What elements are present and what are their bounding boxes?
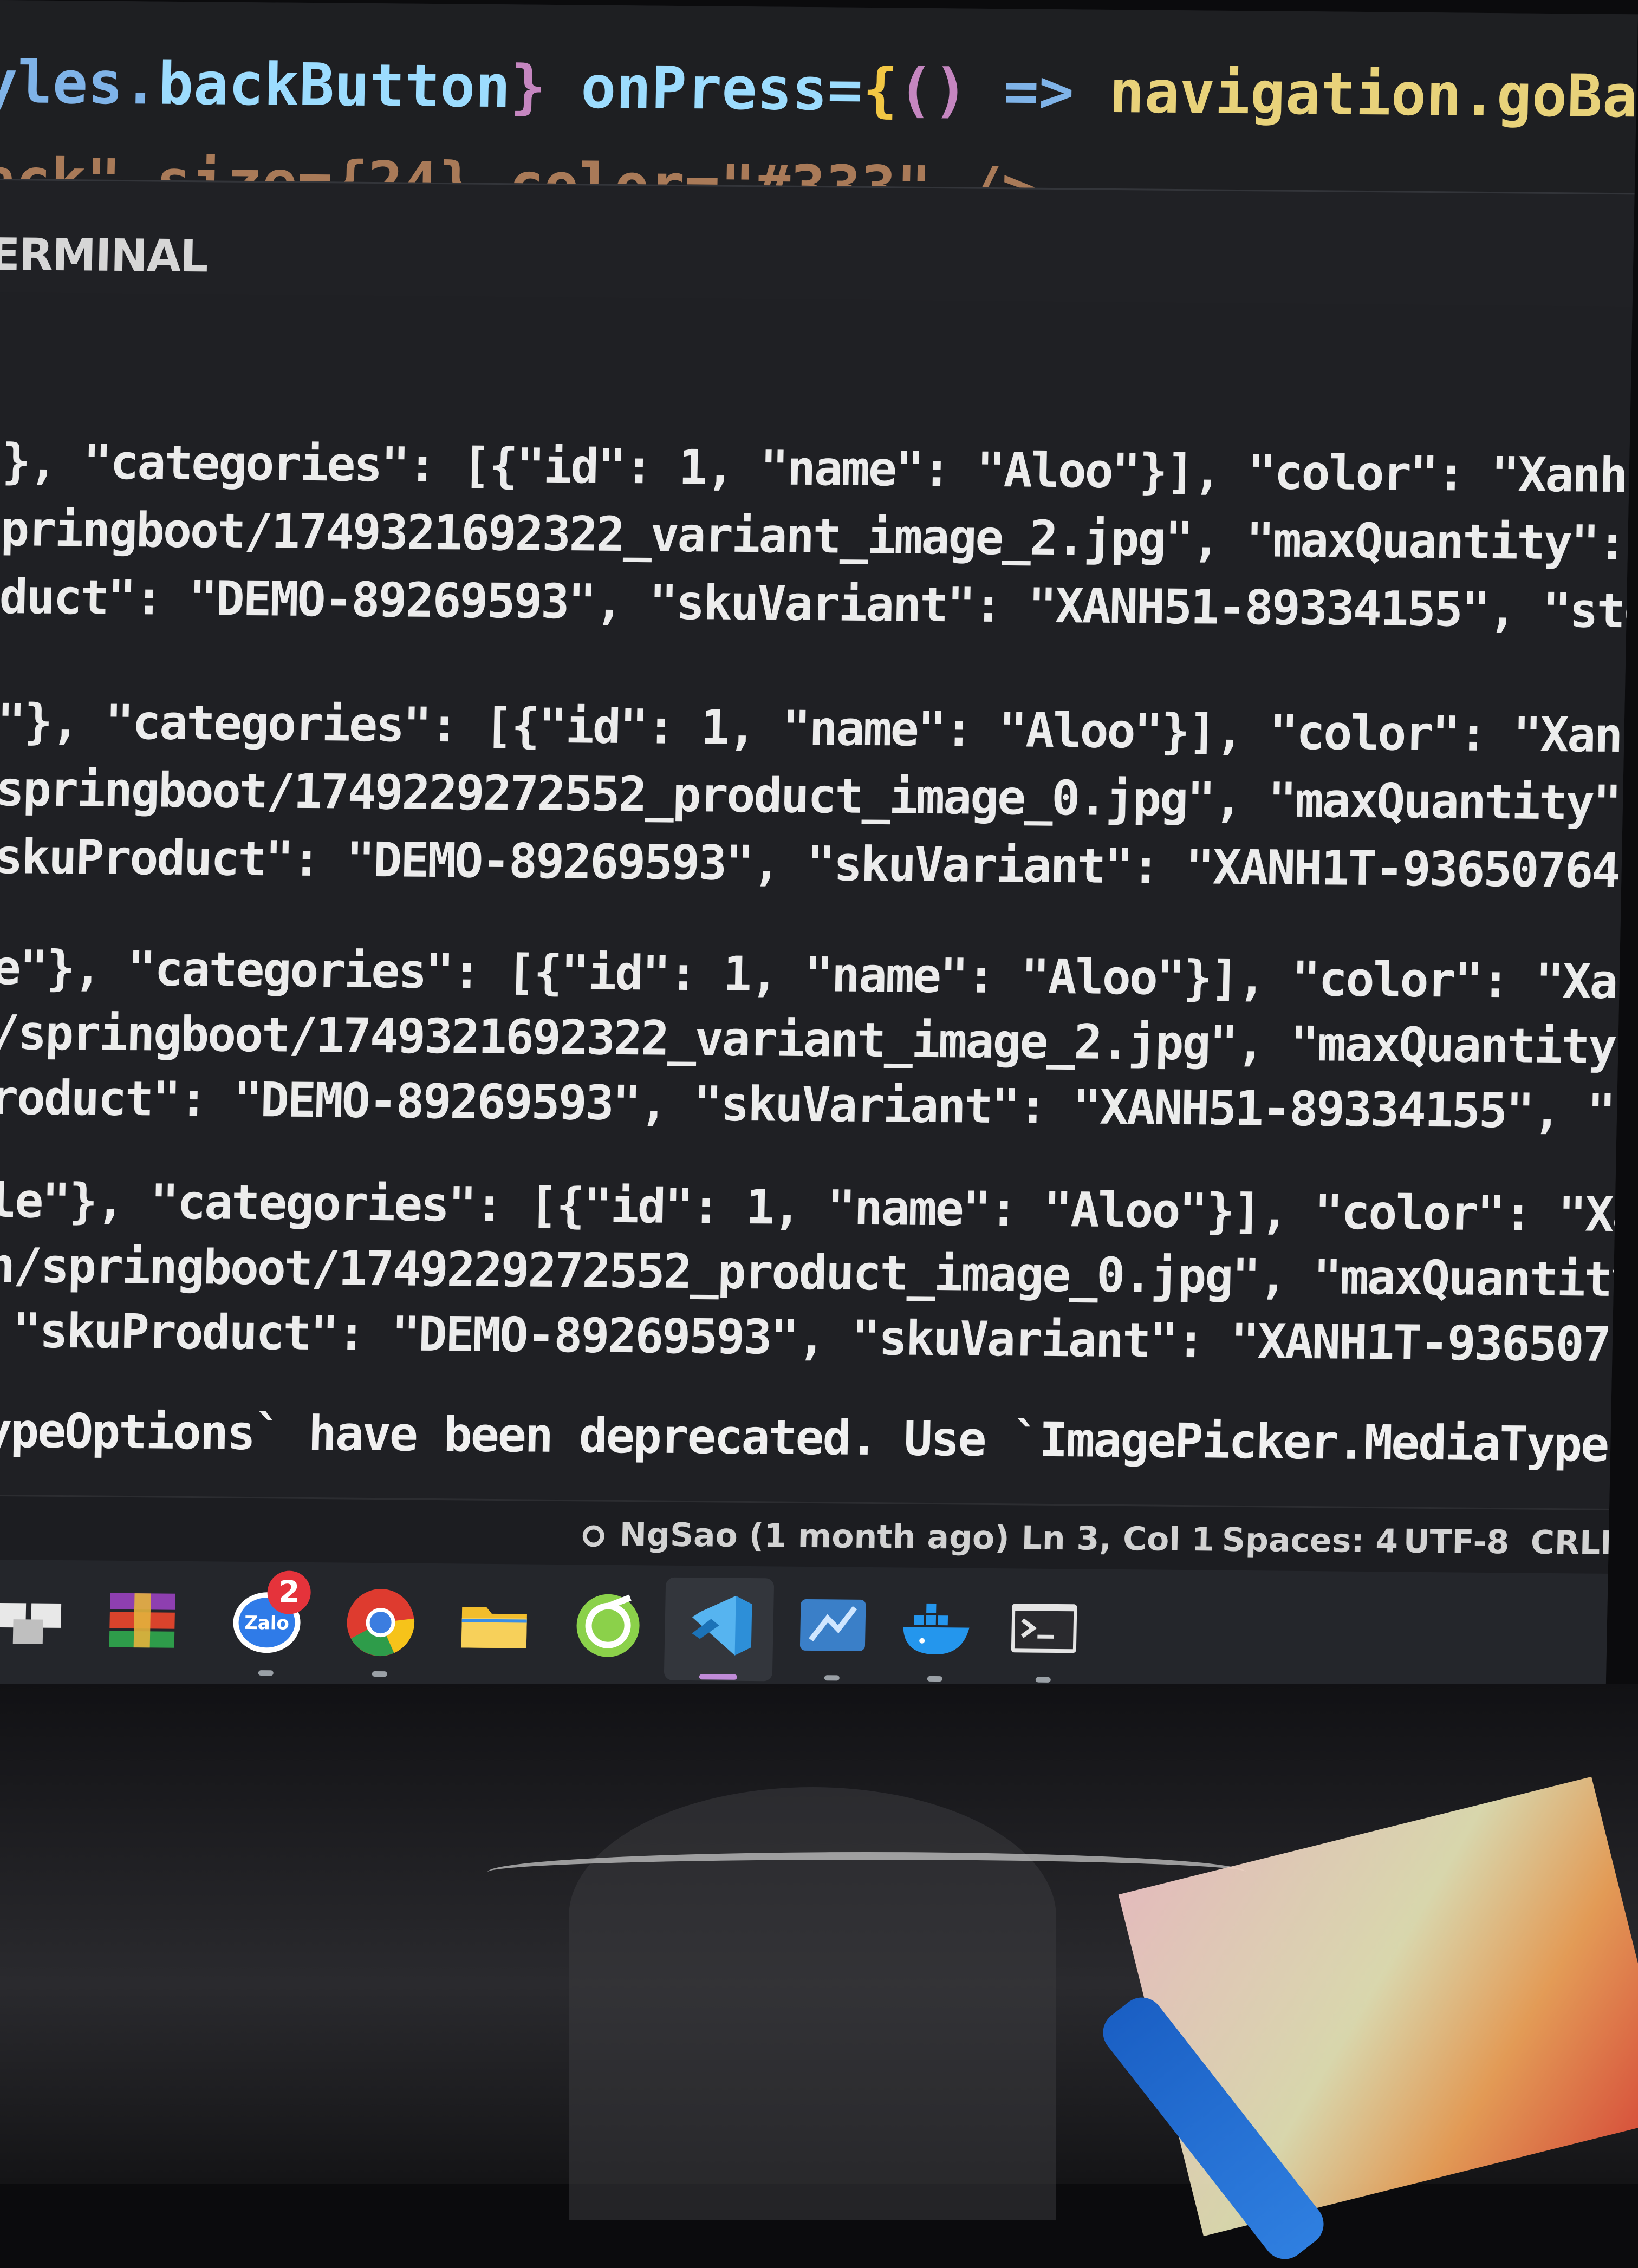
code-token: () <box>897 56 969 125</box>
code-token: backButton <box>157 50 511 121</box>
running-indicator <box>1035 1677 1051 1683</box>
terminal-line: oduct": "DEMO-89269593", "skuVariant": "… <box>0 568 1633 639</box>
terminal-line: /springboot/1749229272552_product_image_… <box>0 760 1633 832</box>
taskbar: Zalo 2 <box>0 1559 1608 1698</box>
deprecation-warning: TypeOptions` have been deprecated. Use `… <box>0 1402 1633 1473</box>
task-view-icon[interactable] <box>0 1581 67 1658</box>
monitor-screen: yles.backButton} onPress={() => navigati… <box>0 0 1638 1698</box>
docker-icon[interactable] <box>897 1589 974 1682</box>
code-editor[interactable]: yles.backButton} onPress={() => navigati… <box>0 0 1638 193</box>
indentation-status[interactable]: Spaces: 4 <box>1221 1521 1399 1561</box>
code-token: yles. <box>0 48 159 118</box>
file-explorer-icon[interactable] <box>456 1585 533 1661</box>
terminal-line: "skuProduct": "DEMO-89269593", "skuVaria… <box>0 828 1633 899</box>
terminal-line: , "skuProduct": "DEMO-89269593", "skuVar… <box>11 1302 1633 1373</box>
code-line: yles.backButton} onPress={() => navigati… <box>0 49 1638 133</box>
vscode-icon[interactable] <box>680 1587 758 1680</box>
git-client-icon[interactable] <box>569 1586 647 1663</box>
terminal-icon[interactable] <box>1005 1590 1083 1683</box>
line-ending-status[interactable]: CRLF <box>1530 1524 1623 1562</box>
terminal-line: n/springboot/1749321692322_variant_image… <box>0 1004 1633 1075</box>
git-commit-icon <box>582 1525 605 1548</box>
code-token: => <box>967 57 1110 126</box>
terminal-line: le"}, "categories": [{"id": 1, "name": "… <box>0 939 1633 1011</box>
running-indicator <box>927 1676 942 1682</box>
running-indicator <box>372 1671 387 1677</box>
code-token: onPress= <box>545 53 863 124</box>
running-indicator <box>699 1674 737 1680</box>
terminal-line: springboot/1749321692322_variant_image_2… <box>0 500 1626 571</box>
terminal-line: "}, "categories": [{"id": 1, "name": "Al… <box>0 433 1627 504</box>
zalo-icon[interactable]: Zalo 2 <box>228 1570 311 1676</box>
tab-terminal[interactable]: ERMINAL <box>0 207 252 306</box>
cursor-position-status[interactable]: Ln 3, Col 1 <box>1021 1519 1214 1559</box>
code-token: { <box>862 56 899 125</box>
network-tool-icon[interactable] <box>794 1588 872 1681</box>
winrar-icon[interactable] <box>103 1582 181 1659</box>
git-blame-label: NgSao (1 month ago) <box>619 1515 1010 1557</box>
chrome-icon[interactable] <box>342 1584 419 1677</box>
git-blame-status[interactable]: NgSao (1 month ago) <box>582 1515 1010 1557</box>
zalo-label: Zalo <box>244 1612 289 1634</box>
terminal-output[interactable]: "}, "categories": [{"id": 1, "name": "Al… <box>0 292 1633 1509</box>
code-token: } <box>510 53 547 121</box>
running-indicator <box>824 1675 840 1681</box>
code-token: navigation.goBack <box>1108 58 1638 132</box>
terminal-line: in/springboot/1749229272552_product_imag… <box>0 1237 1633 1308</box>
terminal-line: Product": "DEMO-89269593", "skuVariant":… <box>0 1069 1633 1141</box>
panel-header: ERMINAL <box>0 178 1635 309</box>
terminal-line: lle"}, "categories": [{"id": 1, "name": … <box>0 1172 1633 1244</box>
cable <box>487 1852 1246 1892</box>
terminal-line: e"}, "categories": [{"id": 1, "name": "A… <box>0 693 1633 764</box>
running-indicator <box>258 1670 274 1676</box>
encoding-status[interactable]: UTF-8 <box>1403 1523 1510 1562</box>
